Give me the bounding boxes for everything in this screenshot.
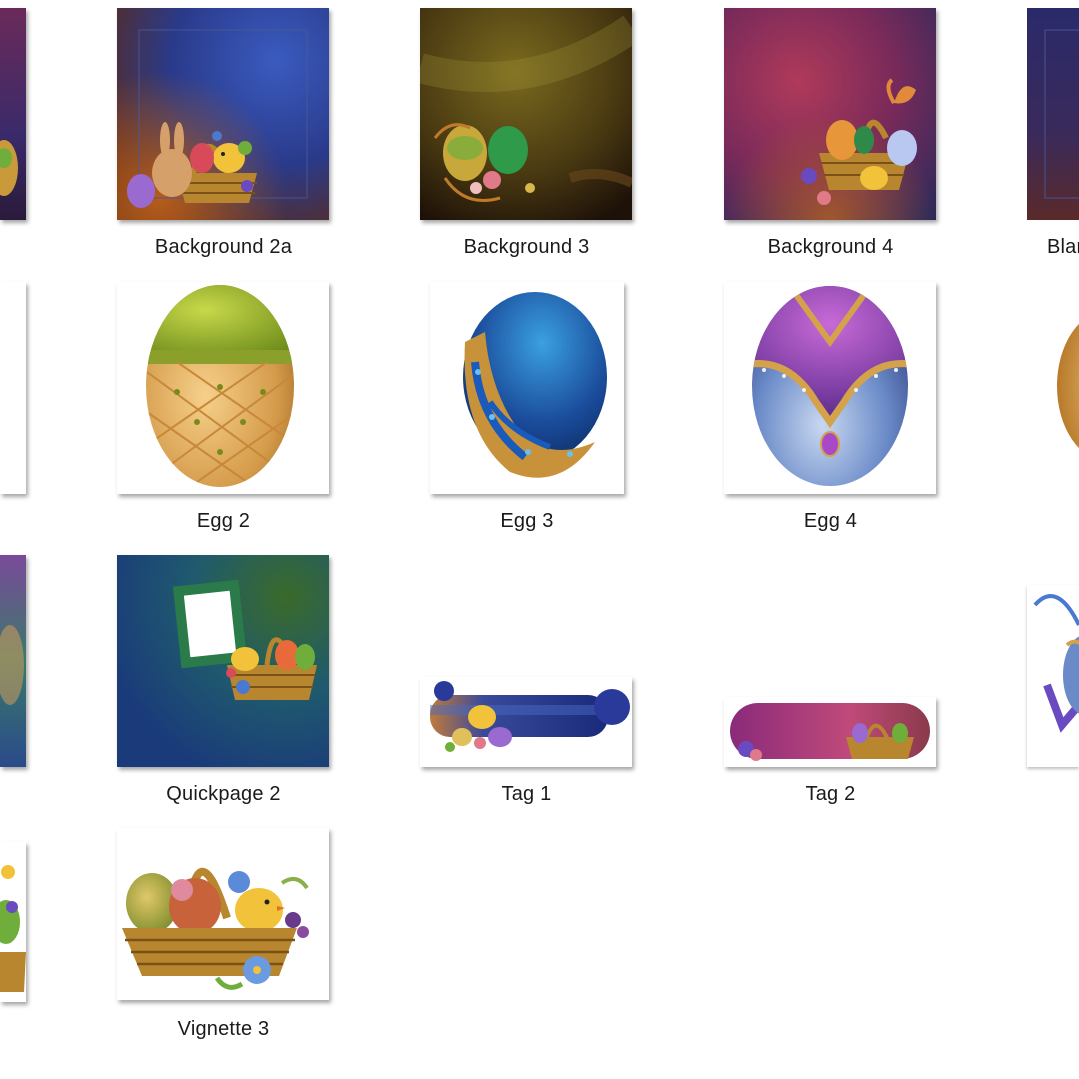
blue-tag-chick-icon (420, 677, 632, 767)
basket-partial-thumbnail (0, 842, 26, 1002)
file-item-tag-1[interactable]: Tag 1 (420, 555, 633, 815)
file-name-label: Background 4 (767, 236, 894, 258)
gold-egg-icon (117, 282, 329, 494)
file-name-label: Blan (1047, 236, 1079, 258)
background-partial-thumbnail (0, 555, 26, 767)
file-name-label: Tag 2 (805, 783, 856, 805)
file-item-partial[interactable] (0, 282, 26, 494)
file-name-label: Egg 2 (196, 510, 251, 532)
file-name-label: Egg 3 (500, 510, 554, 532)
file-item-vignette-3[interactable]: Vignette 3 (117, 828, 330, 1058)
file-item-partial[interactable] (0, 555, 26, 767)
background-dark-icon (1027, 8, 1079, 220)
basket-chick-vignette-icon (117, 828, 329, 1000)
ribbon-partial-thumbnail (1027, 585, 1079, 767)
gold-egg-partial-thumbnail (1027, 282, 1079, 494)
file-name-label: Background 3 (463, 236, 590, 258)
file-item-partial[interactable] (1027, 585, 1079, 767)
quickpage-frame-basket-icon (117, 555, 329, 767)
file-item-egg-4[interactable]: Egg 4 (724, 282, 937, 542)
file-item-background-3[interactable]: Background 3 (420, 8, 633, 268)
file-name-label: Tag 1 (501, 783, 552, 805)
purple-tag-basket-icon (724, 697, 936, 767)
blue-filigree-egg-icon (430, 282, 624, 494)
file-item-egg-3[interactable]: Egg 3 (430, 282, 624, 542)
file-item-partial[interactable] (0, 842, 26, 1002)
file-name-label: Egg 4 (803, 510, 858, 532)
file-name-label: Quickpage 2 (166, 783, 281, 805)
file-item-partial[interactable] (0, 8, 26, 220)
file-grid: Background 2a Background 3 Background 4 … (0, 0, 1079, 1079)
file-item-blank-partial[interactable]: Blan (1027, 8, 1079, 268)
background-basket-butterfly-icon (724, 8, 936, 220)
file-name-label: Background 2a (154, 236, 293, 258)
file-item-egg-2[interactable]: Egg 2 (117, 282, 330, 542)
background-partial-thumbnail (0, 8, 26, 220)
file-item-background-2a[interactable]: Background 2a (117, 8, 330, 268)
background-basket-bunny-chick-icon (117, 8, 329, 220)
file-item-partial[interactable] (1027, 282, 1079, 494)
file-item-background-4[interactable]: Background 4 (724, 8, 937, 268)
white-thumbnail-partial (0, 282, 26, 494)
file-item-tag-2[interactable]: Tag 2 (724, 555, 937, 815)
purple-jeweled-egg-icon (724, 282, 936, 494)
file-name-label: Vignette 3 (177, 1018, 270, 1040)
background-eggs-flowers-icon (420, 8, 632, 220)
file-item-quickpage-2[interactable]: Quickpage 2 (117, 555, 330, 815)
